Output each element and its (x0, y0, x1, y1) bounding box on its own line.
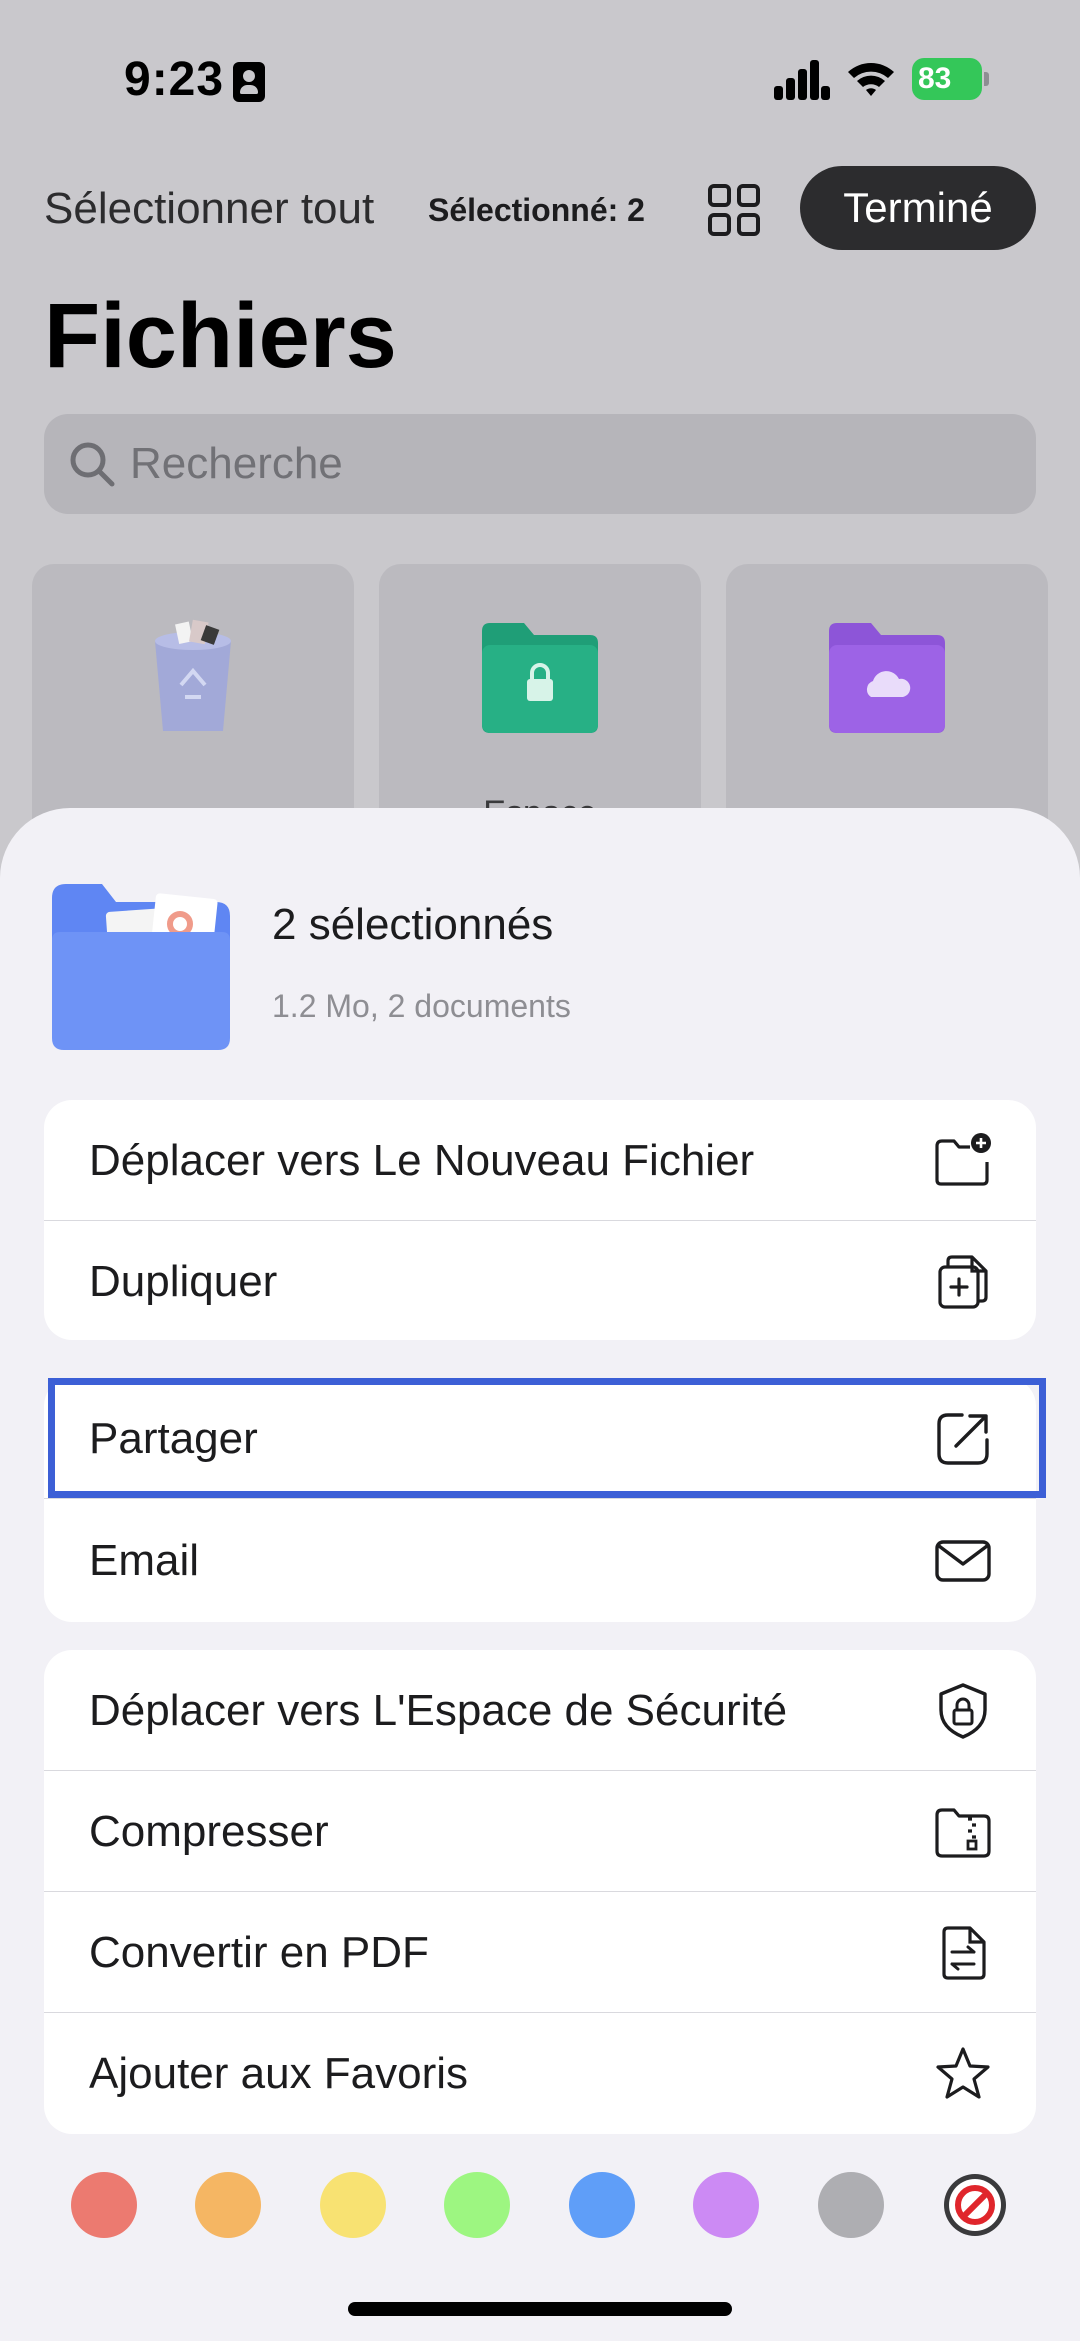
row-label: Ajouter aux Favoris (89, 2049, 469, 2098)
secure-folder-icon (482, 623, 598, 733)
search-bar[interactable] (44, 414, 1036, 514)
color-tag-blue[interactable] (569, 2172, 635, 2238)
share-icon (937, 1413, 989, 1465)
page-title: Fichiers (44, 285, 397, 387)
row-label: Email (89, 1536, 200, 1585)
share-row[interactable]: Partager (44, 1378, 1036, 1499)
cellular-signal-icon (774, 60, 830, 100)
convert-to-pdf-row[interactable]: Convertir en PDF (44, 1892, 1036, 2013)
action-group-3: Déplacer vers L'Espace de Sécurité Compr… (44, 1650, 1036, 2134)
status-bar: 9:23 83 (0, 0, 1080, 160)
row-label: Déplacer vers L'Espace de Sécurité (89, 1686, 788, 1735)
color-tag-yellow[interactable] (320, 2172, 386, 2238)
no-tag-icon[interactable] (942, 2172, 1008, 2238)
nav-bar: Sélectionner tout Sélectionné: 2 Terminé (0, 160, 1080, 260)
add-to-favorites-row[interactable]: Ajouter aux Favoris (44, 2013, 1036, 2134)
status-time: 9:23 (124, 53, 225, 106)
email-row[interactable]: Email (44, 1500, 1036, 1621)
search-icon (70, 442, 115, 487)
color-tag-orange[interactable] (195, 2172, 261, 2238)
row-label: Déplacer vers Le Nouveau Fichier (89, 1136, 755, 1185)
color-tag-purple[interactable] (693, 2172, 759, 2238)
cloud-folder-icon (829, 623, 945, 733)
action-group-2: Partager Email (44, 1378, 1036, 1622)
sheet-header: 2 sélectionnés 1.2 Mo, 2 documents (0, 808, 1080, 1108)
color-tag-red[interactable] (71, 2172, 137, 2238)
color-tag-green[interactable] (444, 2172, 510, 2238)
row-label: Dupliquer (89, 1257, 278, 1306)
compress-row[interactable]: Compresser (44, 1771, 1036, 1892)
home-indicator (348, 2302, 732, 2316)
duplicate-row[interactable]: Dupliquer (44, 1221, 1036, 1340)
row-label: Compresser (89, 1807, 329, 1856)
contact-card-icon (233, 62, 265, 102)
color-tag-row (0, 2172, 1080, 2244)
battery-icon: 83 (912, 58, 990, 100)
sheet-subtitle: 1.2 Mo, 2 documents (272, 988, 571, 1024)
selected-count: Sélectionné: 2 (428, 192, 645, 228)
shield-lock-icon (939, 1683, 987, 1739)
done-button[interactable]: Terminé (800, 166, 1036, 250)
battery-level: 83 (912, 58, 982, 100)
search-input[interactable] (130, 414, 1010, 514)
color-tag-gray[interactable] (818, 2172, 884, 2238)
action-sheet: 2 sélectionnés 1.2 Mo, 2 documents Dépla… (0, 808, 1080, 2341)
sheet-title: 2 sélectionnés (272, 900, 554, 949)
convert-pdf-icon (942, 1926, 986, 1980)
row-label: Convertir en PDF (89, 1928, 429, 1977)
grid-icon[interactable] (706, 182, 762, 238)
mail-icon (935, 1540, 991, 1582)
new-folder-icon (935, 1133, 991, 1186)
move-to-new-folder-row[interactable]: Déplacer vers Le Nouveau Fichier (44, 1100, 1036, 1221)
move-to-secure-space-row[interactable]: Déplacer vers L'Espace de Sécurité (44, 1650, 1036, 1771)
wifi-icon (848, 63, 894, 96)
action-group-1: Déplacer vers Le Nouveau Fichier Dupliqu… (44, 1100, 1036, 1340)
row-label: Partager (89, 1414, 258, 1463)
duplicate-icon (938, 1255, 988, 1309)
zip-icon (935, 1808, 991, 1858)
star-icon (936, 2047, 990, 2099)
trash-icon (155, 619, 231, 731)
folder-with-documents-icon (52, 884, 230, 1050)
select-all-button[interactable]: Sélectionner tout (44, 184, 374, 234)
